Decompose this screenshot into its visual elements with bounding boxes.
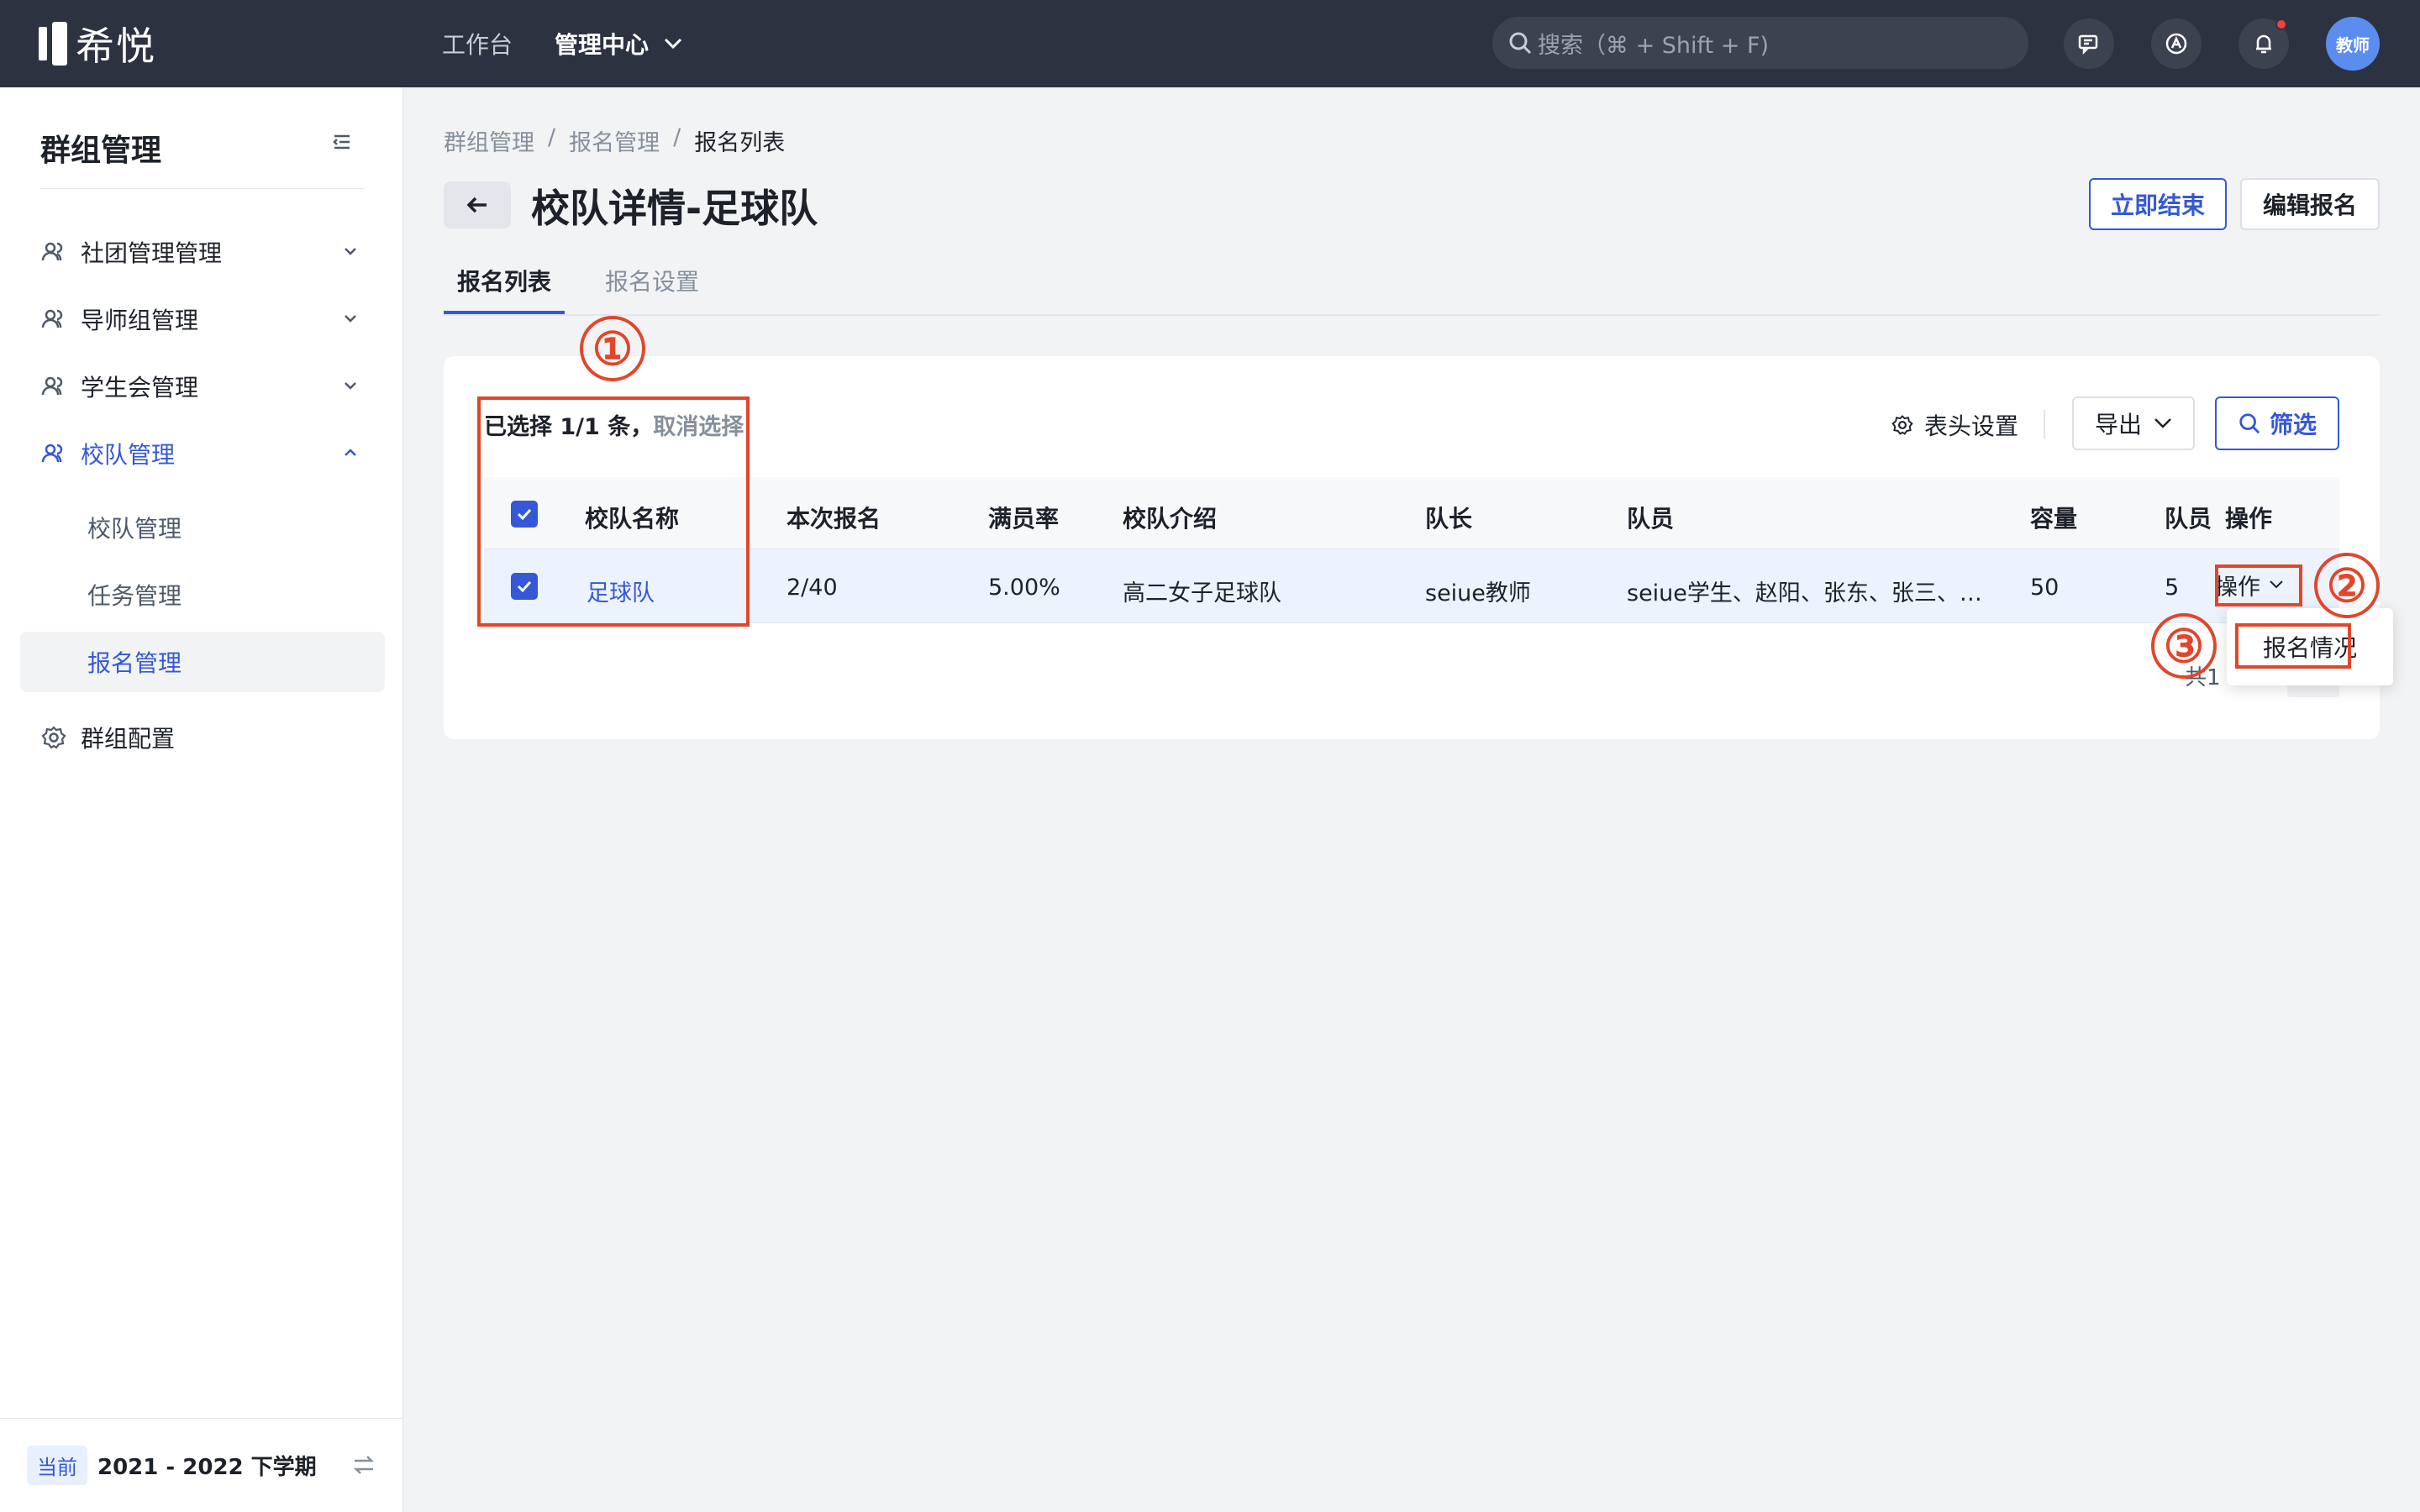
current-term-tag: 当前: [27, 1446, 87, 1485]
chevron-up-icon: [345, 449, 356, 456]
nav-admin-center[interactable]: 管理中心: [555, 27, 682, 60]
search-input[interactable]: 搜索（⌘ + Shift + F): [1492, 17, 2028, 69]
breadcrumb-separator: /: [548, 124, 556, 150]
logo-text: 希悦: [76, 24, 156, 69]
annotation-box-selection: [477, 396, 750, 627]
member-count-cell: 5: [2165, 575, 2180, 601]
message-button[interactable]: [2064, 18, 2114, 69]
users-icon: [39, 371, 69, 402]
gear-icon: [1891, 415, 1913, 435]
breadcrumb-item[interactable]: 群组管理: [444, 124, 534, 157]
chevron-down-icon: [664, 38, 682, 50]
table-header: 校队名称 本次报名 满员率 校队介绍 队长 队员 容量 队员 操作: [484, 477, 2339, 549]
notification-dot: [2275, 18, 2287, 30]
sidebar-sub-task-management[interactable]: 任务管理: [20, 564, 385, 625]
end-now-button[interactable]: 立即结束: [2089, 178, 2227, 230]
breadcrumb-item[interactable]: 报名管理: [569, 124, 660, 157]
tab-bar: 报名列表 报名设置: [444, 255, 2380, 316]
filter-button[interactable]: 筛选: [2215, 396, 2339, 450]
edit-signup-button[interactable]: 编辑报名: [2240, 178, 2380, 230]
gear-icon: [39, 722, 69, 753]
filter-label: 筛选: [2269, 411, 2317, 438]
table-row[interactable]: 足球队 2/40 5.00% 高二女子足球队 seiue教师 seiue学生、赵…: [484, 549, 2339, 623]
notification-button[interactable]: [2238, 18, 2289, 69]
column-header: 容量: [2030, 505, 2078, 533]
breadcrumb-current: 报名列表: [694, 130, 786, 156]
page-title: 校队详情-足球队: [531, 186, 818, 231]
sidebar-divider: [40, 188, 365, 189]
column-header: 校队介绍: [1123, 505, 1218, 533]
sidebar-item-mentors[interactable]: 导师组管理: [20, 289, 385, 349]
switch-term-icon[interactable]: [351, 1452, 376, 1478]
avatar[interactable]: 教师: [2326, 17, 2380, 71]
breadcrumb: 群组管理 / 报名管理 / 报名列表: [444, 124, 785, 157]
sidebar-item-group-config[interactable]: 群组配置: [20, 707, 385, 768]
tab-signup-list[interactable]: 报名列表: [457, 264, 551, 297]
users-icon: [39, 304, 69, 334]
sidebar-sub-team-management[interactable]: 校队管理: [20, 497, 385, 558]
arrow-left-icon: [466, 197, 487, 213]
annotation-box-action: [2215, 564, 2302, 606]
members-cell: seiue学生、赵阳、张东、张三、…: [1627, 580, 1982, 606]
chevron-down-icon: [345, 382, 356, 390]
search-icon: [1509, 32, 1532, 55]
back-button[interactable]: [444, 181, 511, 228]
sidebar-item-label: 学生会管理: [81, 374, 199, 402]
annotation-number-3: ③: [2151, 613, 2217, 679]
sidebar-item-clubs[interactable]: 社团管理管理: [20, 222, 385, 282]
annotation-box-menu-item: [2235, 623, 2351, 669]
message-icon: [2078, 34, 2098, 55]
toolbar-divider: [2044, 410, 2045, 438]
intro-cell: 高二女子足球队: [1123, 580, 1281, 606]
fill-rate-cell: 5.00%: [988, 575, 1060, 601]
search-placeholder: 搜索（⌘ + Shift + F): [1538, 32, 1770, 59]
sidebar-item-student-union[interactable]: 学生会管理: [20, 356, 385, 417]
column-header: 操作: [2225, 505, 2273, 533]
current-term: 2021 - 2022 下学期: [97, 1455, 317, 1480]
sidebar-sub-signup-management[interactable]: 报名管理: [20, 632, 385, 692]
annotation-number-2: ②: [2314, 553, 2380, 618]
app-logo[interactable]: 希悦: [39, 20, 156, 69]
nav-workbench[interactable]: 工作台: [442, 27, 513, 60]
chevron-down-icon: [2154, 418, 2171, 428]
signup-cell: 2/40: [786, 575, 838, 601]
top-nav: 工作台 管理中心: [442, 0, 682, 87]
column-header: 队长: [1425, 505, 1473, 533]
sidebar-item-school-teams[interactable]: 校队管理: [20, 423, 385, 484]
sidebar-item-label: 群组配置: [81, 725, 176, 753]
bell-icon: [2256, 34, 2271, 54]
column-settings-button[interactable]: 表头设置: [1891, 408, 2018, 442]
column-header: 满员率: [988, 505, 1060, 533]
annotation-number-1: ①: [580, 316, 645, 381]
breadcrumb-separator: /: [673, 124, 681, 150]
logo-mark-icon: [39, 22, 67, 66]
top-bar: 希悦 工作台 管理中心 搜索（⌘ + Shift + F) 教师: [0, 0, 2420, 87]
tab-active-indicator: [444, 311, 565, 314]
app-store-icon: [2165, 33, 2187, 55]
term-footer: 当前 2021 - 2022 下学期: [0, 1418, 403, 1512]
collapse-icon: [333, 134, 350, 150]
sidebar: 群组管理 社团管理管理 导师组管理 学生会管理 校队管理 校队管理 任务管理 报…: [0, 87, 403, 1512]
sidebar-item-label: 社团管理管理: [81, 239, 223, 267]
export-label: 导出: [2094, 411, 2142, 438]
chevron-down-icon: [345, 248, 356, 255]
column-header: 队员: [1627, 505, 1675, 533]
sidebar-item-label: 导师组管理: [81, 307, 199, 334]
column-settings-label: 表头设置: [1924, 412, 2019, 440]
sidebar-item-label: 校队管理: [81, 441, 176, 469]
captain-cell: seiue教师: [1425, 580, 1531, 606]
export-button[interactable]: 导出: [2072, 396, 2195, 450]
collapse-sidebar-button[interactable]: [331, 131, 353, 156]
search-icon: [2239, 413, 2260, 434]
users-icon: [39, 237, 69, 267]
column-header: 本次报名: [786, 505, 881, 533]
app-store-button[interactable]: [2151, 18, 2202, 69]
sidebar-title: 群组管理: [40, 134, 162, 168]
column-header: 队员: [2165, 505, 2212, 533]
chevron-down-icon: [345, 315, 356, 323]
nav-admin-center-label: 管理中心: [555, 31, 650, 59]
capacity-cell: 50: [2030, 575, 2060, 601]
tab-signup-settings[interactable]: 报名设置: [605, 264, 699, 297]
users-icon: [39, 438, 69, 469]
